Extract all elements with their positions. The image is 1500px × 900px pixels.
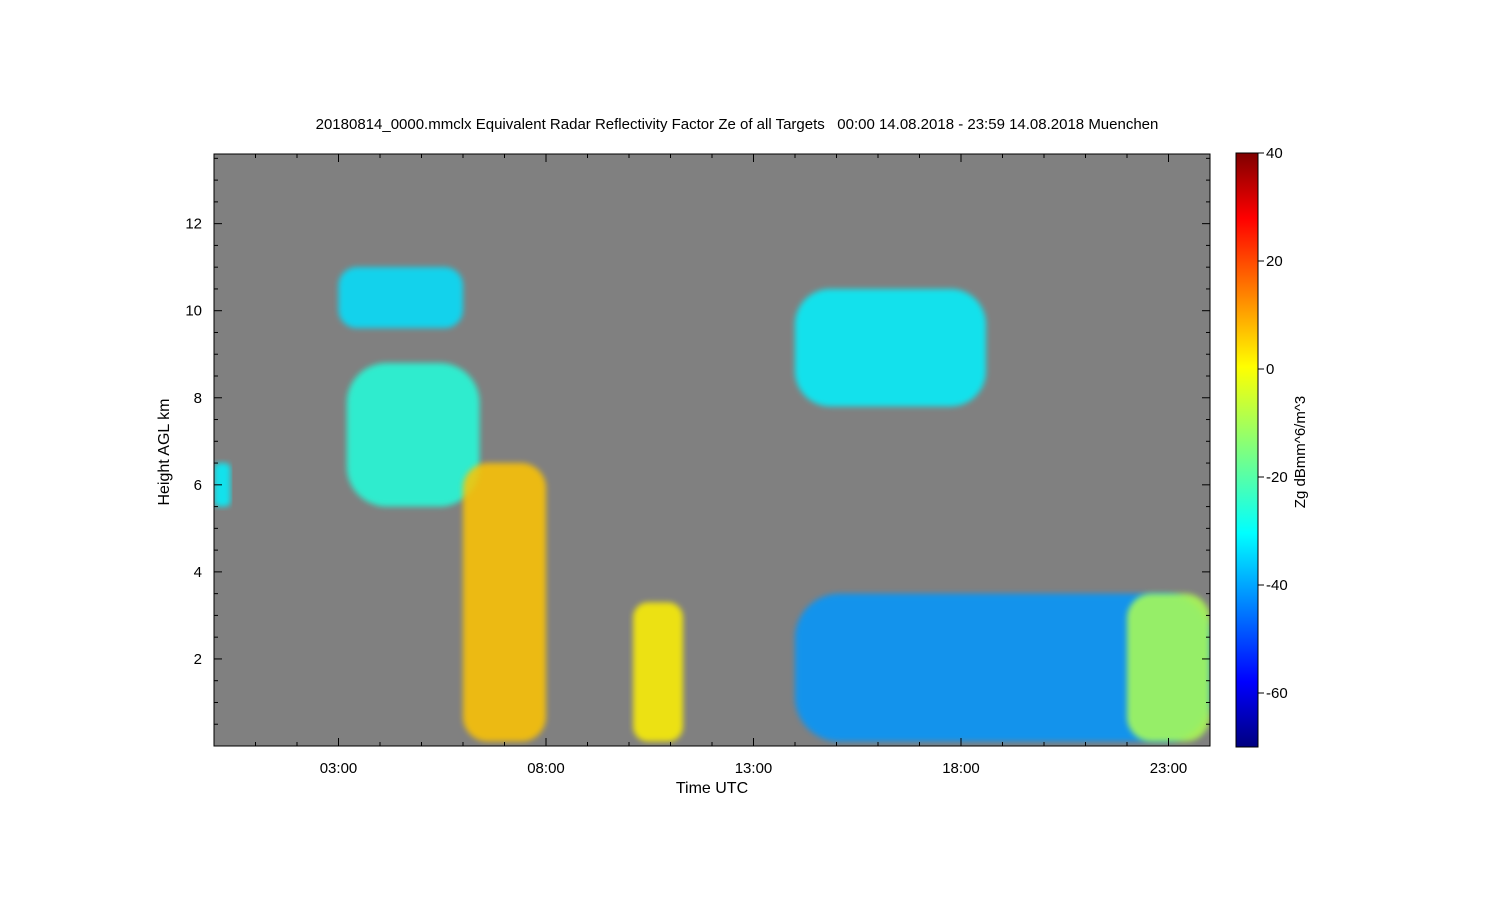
colorbar-tick-label: -40	[1266, 577, 1288, 594]
y-tick-label: 12	[185, 216, 202, 233]
y-tick-label: 6	[194, 477, 202, 494]
colorbar-tick-label: -20	[1266, 469, 1288, 486]
feature-precipitation	[633, 602, 683, 742]
y-tick-label: 8	[194, 390, 202, 407]
x-tick-label: 08:00	[527, 760, 565, 777]
colorbar-tick-label: 40	[1266, 145, 1283, 162]
feature-convective-precipitation	[463, 463, 546, 742]
feature-mid-level-cloud	[346, 362, 480, 507]
colorbar-tick-label: -60	[1266, 685, 1288, 702]
colorbar-tick-label: 0	[1266, 361, 1274, 378]
radar-reflectivity-chart: 03:00 08:00 13:00 18:00 23:00 2 4 6 8 10 12 40 20 0…	[185, 145, 1288, 777]
feature-cirrus	[338, 267, 463, 329]
x-tick-label: 18:00	[942, 760, 980, 777]
x-tick-label: 03:00	[320, 760, 358, 777]
feature-cirrus	[795, 288, 986, 407]
feature-precipitation	[1127, 593, 1210, 742]
x-tick-label: 23:00	[1150, 760, 1188, 777]
colorbar	[1235, 152, 1259, 748]
y-tick-label: 10	[185, 303, 202, 320]
y-tick-label: 2	[194, 651, 202, 668]
colorbar-axis: 40 20 0 -20 -40 -60	[1258, 145, 1288, 702]
x-tick-label: 13:00	[735, 760, 773, 777]
colorbar-tick-label: 20	[1266, 253, 1283, 270]
y-tick-label: 4	[194, 564, 202, 581]
